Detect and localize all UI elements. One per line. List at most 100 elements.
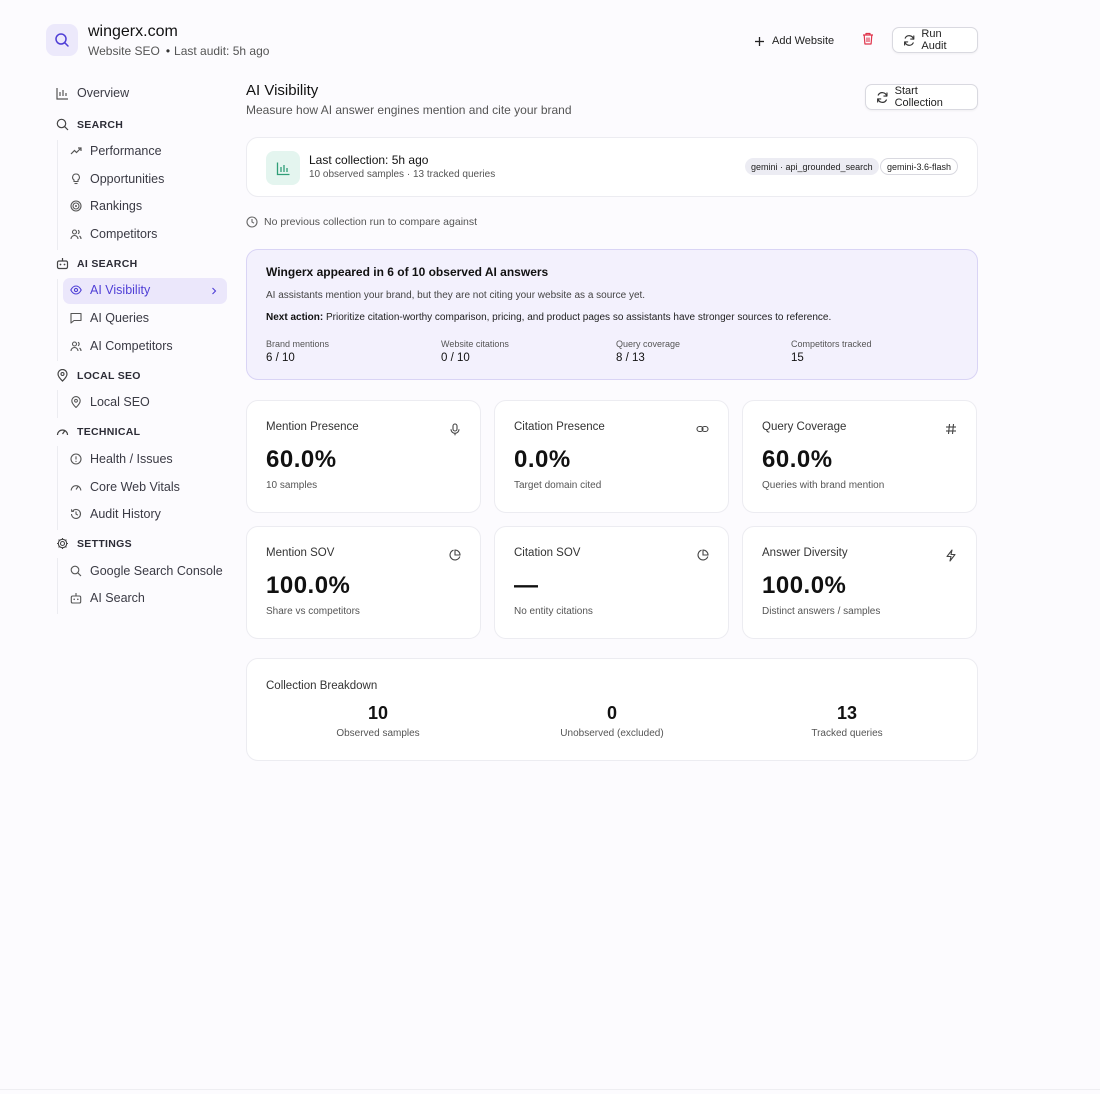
sidebar-item-performance[interactable]: Performance — [70, 144, 162, 158]
eye-icon — [70, 285, 82, 295]
robot-icon — [56, 258, 69, 270]
sidebar-item-label: Core Web Vitals — [90, 480, 180, 494]
insight-next-action: Next action: Prioritize citation-worthy … — [266, 312, 831, 323]
sidebar-item-label: Google Search Console — [90, 564, 223, 578]
metric-value: 60.0% — [762, 446, 833, 473]
nav-group-line — [57, 279, 58, 361]
site-type: Website SEO — [88, 44, 160, 58]
sidebar-item-label: AI Visibility — [90, 283, 151, 297]
metric-label: Citation SOV — [514, 547, 581, 559]
sidebar-item-ai-search[interactable]: AI Search — [70, 591, 145, 605]
breakdown-observed: 10 Observed samples — [278, 703, 478, 739]
sidebar-item-overview[interactable]: Overview — [56, 86, 129, 100]
sidebar-item-label: Overview — [77, 86, 130, 100]
target-icon — [70, 200, 82, 212]
page-title: AI Visibility — [246, 82, 319, 99]
last-audit: Last audit: 5h ago — [174, 44, 270, 58]
stat-value: 8 / 13 — [616, 352, 645, 364]
nav-group-line — [57, 390, 58, 418]
sidebar-item-ai-queries[interactable]: AI Queries — [70, 311, 149, 325]
sidebar-item-label: Rankings — [90, 199, 143, 213]
stat-value: 6 / 10 — [266, 352, 295, 364]
metric-query-coverage: Query Coverage 60.0% Queries with brand … — [742, 400, 977, 513]
section-label: LOCAL SEO — [77, 369, 141, 382]
section-label: SEARCH — [77, 118, 124, 131]
breakdown-title: Collection Breakdown — [266, 680, 378, 692]
stat-competitors-tracked: Competitors tracked 15 — [791, 339, 872, 364]
search-icon — [70, 565, 82, 577]
nav-group-line — [57, 558, 58, 614]
sidebar-item-google-search-console[interactable]: Google Search Console — [70, 564, 223, 578]
metric-label: Answer Diversity — [762, 547, 848, 559]
insight-title: Wingerx appeared in 6 of 10 observed AI … — [266, 265, 549, 279]
metric-mention-sov: Mention SOV 100.0% Share vs competitors — [246, 526, 481, 639]
metric-value: 100.0% — [266, 572, 351, 599]
breakdown-unobserved: 0 Unobserved (excluded) — [512, 703, 712, 739]
breakdown-label: Tracked queries — [811, 728, 883, 739]
sidebar-item-opportunities[interactable]: Opportunities — [70, 172, 164, 186]
sidebar-item-health-issues[interactable]: Health / Issues — [70, 452, 173, 466]
trash-icon[interactable] — [862, 32, 874, 45]
start-collection-button[interactable]: Start Collection — [865, 84, 978, 110]
refresh-icon — [904, 34, 915, 46]
breakdown-tracked: 13 Tracked queries — [747, 703, 947, 739]
breakdown-value: 13 — [836, 703, 858, 723]
sidebar-item-label: Opportunities — [90, 172, 165, 186]
breakdown-label: Unobserved (excluded) — [560, 728, 664, 739]
sidebar-item-ai-competitors[interactable]: AI Competitors — [70, 339, 173, 353]
pie-chart-icon — [697, 549, 709, 561]
insight-card: Wingerx appeared in 6 of 10 observed AI … — [246, 249, 978, 380]
add-website-button[interactable]: Add Website — [754, 30, 834, 52]
sidebar-item-audit-history[interactable]: Audit History — [70, 507, 161, 521]
sidebar-item-label: Audit History — [90, 507, 161, 521]
gauge-icon — [56, 429, 69, 436]
start-collection-label: Start Collection — [894, 85, 943, 109]
next-action-text: Prioritize citation-worthy comparison, p… — [326, 312, 832, 323]
history-icon — [70, 508, 82, 520]
sidebar-item-label: Competitors — [90, 227, 158, 241]
sidebar-item-ai-visibility[interactable]: AI Visibility — [70, 283, 150, 297]
nav-group-line — [57, 446, 58, 530]
metric-sub: Queries with brand mention — [762, 480, 885, 491]
provider-tag: gemini · api_grounded_search — [745, 158, 879, 175]
separator-dot: • — [165, 44, 171, 58]
metric-label: Mention SOV — [266, 547, 335, 559]
metric-citation-sov: Citation SOV — No entity citations — [494, 526, 729, 639]
metric-answer-diversity: Answer Diversity 100.0% Distinct answers… — [742, 526, 977, 639]
stat-brand-mentions: Brand mentions 6 / 10 — [266, 339, 329, 364]
no-previous-notice: No previous collection run to compare ag… — [246, 216, 477, 228]
microphone-icon — [449, 423, 461, 436]
insight-text: AI assistants mention your brand, but th… — [266, 290, 646, 301]
map-pin-icon — [71, 396, 81, 408]
site-search-icon[interactable] — [46, 24, 78, 56]
stat-label: Brand mentions — [266, 339, 330, 349]
metric-label: Citation Presence — [514, 421, 605, 433]
sidebar-item-rankings[interactable]: Rankings — [70, 199, 142, 213]
page-subtitle: Measure how AI answer engines mention an… — [246, 103, 572, 117]
sidebar-item-competitors[interactable]: Competitors — [70, 227, 157, 241]
alert-circle-icon — [70, 453, 82, 465]
gear-icon — [57, 538, 68, 549]
robot-icon — [70, 593, 82, 604]
search-icon — [56, 118, 69, 131]
metric-sub: Target domain cited — [514, 480, 602, 491]
plus-icon — [755, 36, 764, 46]
header: wingerx.com Website SEO • Last audit: 5h a… — [46, 22, 978, 62]
collection-title: Last collection: 5h ago — [309, 153, 429, 167]
trending-up-icon — [70, 147, 82, 155]
stat-label: Competitors tracked — [791, 339, 872, 349]
chevron-right-icon — [210, 286, 218, 296]
section-label: TECHNICAL — [77, 425, 141, 438]
metric-value: 100.0% — [762, 572, 847, 599]
clock-icon — [246, 216, 258, 228]
run-audit-button[interactable]: Run Audit — [892, 27, 978, 53]
section-local-seo: LOCAL SEO — [56, 369, 141, 382]
collection-subtitle: 10 observed samples · 13 tracked queries — [309, 169, 496, 180]
model-tag: gemini-3.6-flash — [880, 158, 959, 175]
sidebar-item-local-seo[interactable]: Local SEO — [70, 395, 150, 409]
stat-label: Website citations — [441, 339, 509, 349]
sidebar-item-core-web-vitals[interactable]: Core Web Vitals — [70, 480, 180, 494]
section-settings: SETTINGS — [56, 537, 132, 550]
stat-query-coverage: Query coverage 8 / 13 — [616, 339, 680, 364]
add-website-label: Add Website — [772, 35, 835, 47]
